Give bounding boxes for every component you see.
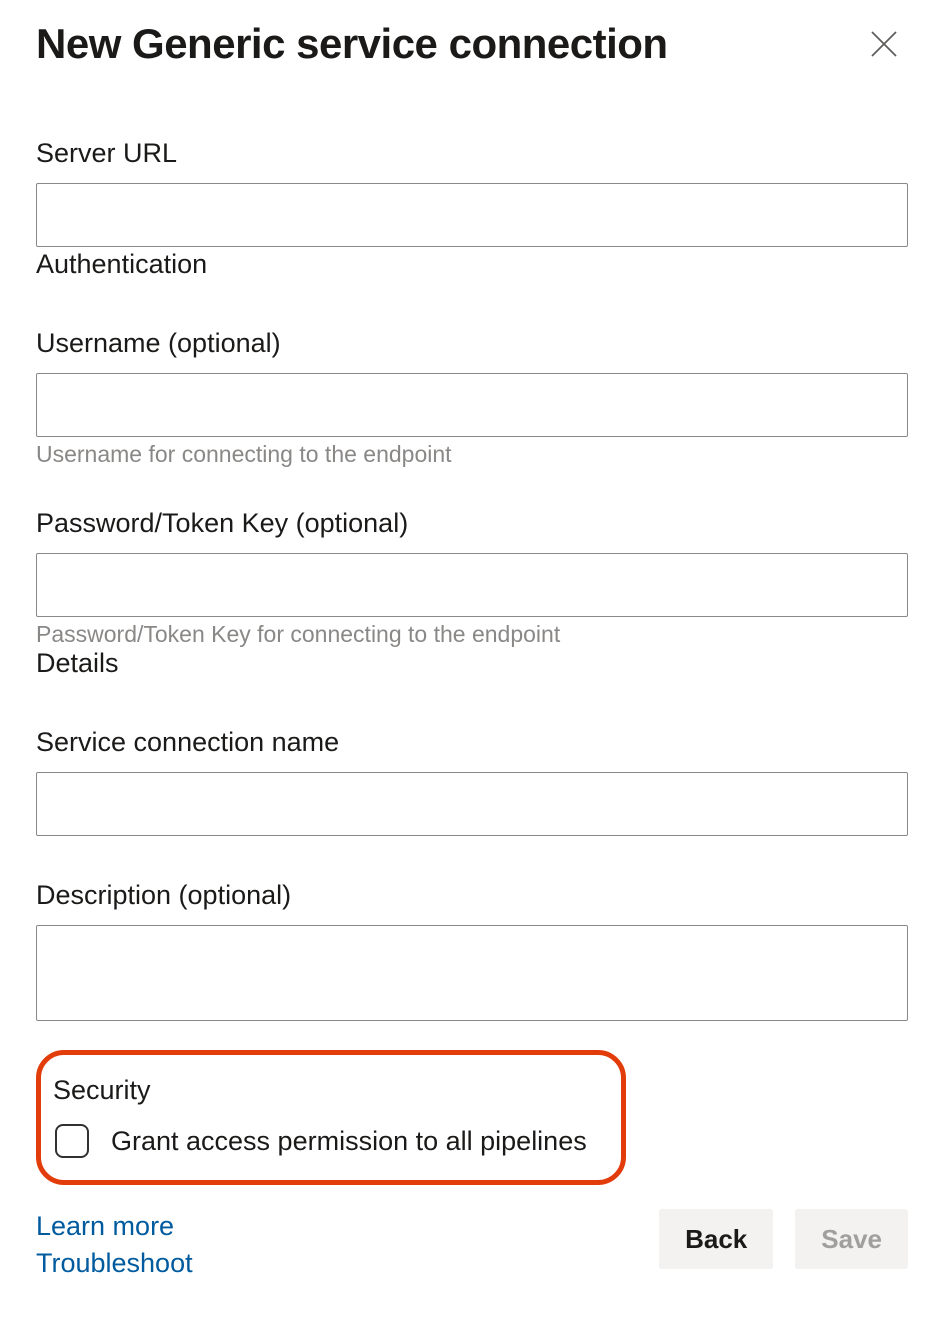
- connection-name-input[interactable]: [36, 772, 908, 836]
- dialog-header: New Generic service connection: [36, 20, 908, 68]
- server-url-field: Server URL: [36, 138, 908, 247]
- dialog-footer: Learn more Troubleshoot Back Save: [36, 1209, 908, 1281]
- username-input[interactable]: [36, 373, 908, 437]
- troubleshoot-link[interactable]: Troubleshoot: [36, 1246, 193, 1281]
- username-helper: Username for connecting to the endpoint: [36, 441, 908, 468]
- grant-access-checkbox-row: Grant access permission to all pipelines: [49, 1124, 597, 1158]
- security-heading: Security: [53, 1075, 597, 1106]
- password-label: Password/Token Key (optional): [36, 508, 908, 539]
- username-label: Username (optional): [36, 328, 908, 359]
- close-button[interactable]: [860, 20, 908, 68]
- dialog-title: New Generic service connection: [36, 20, 668, 68]
- connection-name-label: Service connection name: [36, 727, 908, 758]
- grant-access-label: Grant access permission to all pipelines: [111, 1126, 587, 1157]
- connection-name-field: Service connection name: [36, 727, 908, 836]
- server-url-input[interactable]: [36, 183, 908, 247]
- authentication-heading: Authentication: [36, 249, 908, 280]
- footer-buttons: Back Save: [659, 1209, 908, 1269]
- grant-access-checkbox[interactable]: [55, 1124, 89, 1158]
- details-heading: Details: [36, 648, 908, 679]
- password-input[interactable]: [36, 553, 908, 617]
- server-url-label: Server URL: [36, 138, 908, 169]
- username-field: Username (optional) Username for connect…: [36, 328, 908, 468]
- learn-more-link[interactable]: Learn more: [36, 1209, 193, 1244]
- password-field: Password/Token Key (optional) Password/T…: [36, 508, 908, 648]
- back-button[interactable]: Back: [659, 1209, 773, 1269]
- security-section-highlight: Security Grant access permission to all …: [36, 1050, 626, 1185]
- description-label: Description (optional): [36, 880, 908, 911]
- description-input[interactable]: [36, 925, 908, 1021]
- close-icon: [866, 50, 902, 65]
- description-field: Description (optional): [36, 880, 908, 1026]
- password-helper: Password/Token Key for connecting to the…: [36, 621, 908, 648]
- save-button[interactable]: Save: [795, 1209, 908, 1269]
- new-service-connection-dialog: New Generic service connection Server UR…: [0, 0, 944, 1321]
- footer-links: Learn more Troubleshoot: [36, 1209, 193, 1281]
